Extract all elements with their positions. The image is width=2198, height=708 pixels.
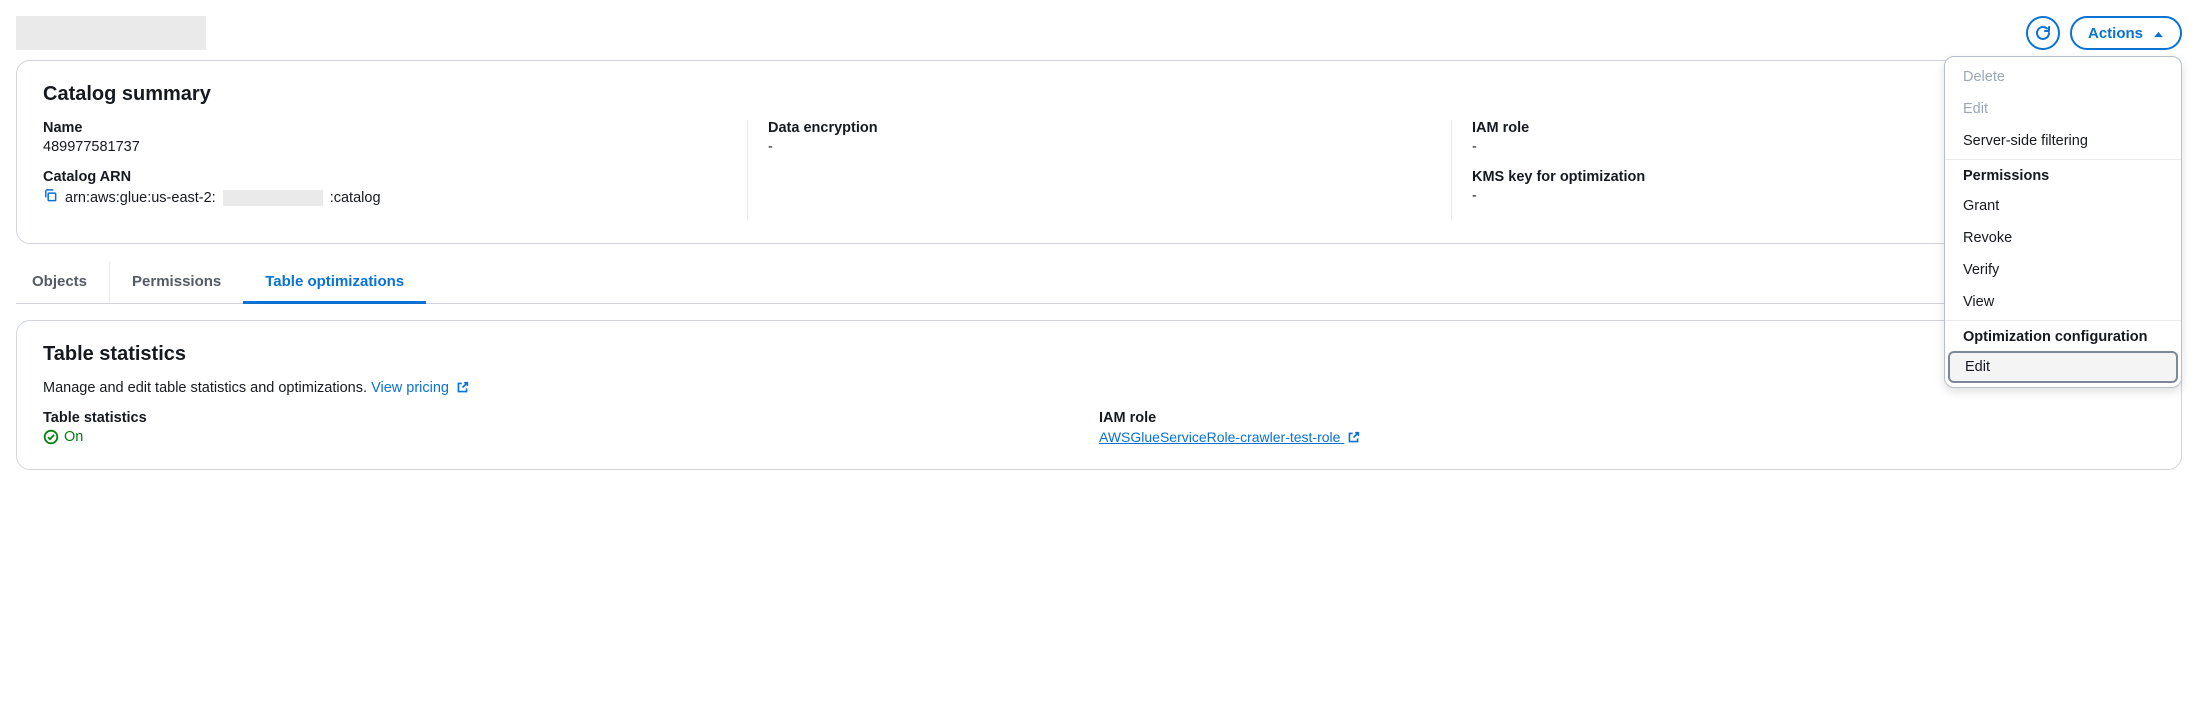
- catalog-summary-panel: Catalog summary Name 489977581737 Catalo…: [16, 60, 2182, 244]
- menu-verify[interactable]: Verify: [1945, 254, 2181, 286]
- actions-dropdown: Delete Edit Server-side filtering Permis…: [1944, 56, 2182, 388]
- caret-up-icon: [2153, 25, 2164, 42]
- table-statistics-panel: Edit Table statistics Manage and edit ta…: [16, 320, 2182, 470]
- copy-icon[interactable]: [43, 188, 58, 207]
- external-link-icon: [1347, 431, 1360, 447]
- menu-delete: Delete: [1945, 61, 2181, 93]
- refresh-button[interactable]: [2026, 16, 2060, 50]
- view-pricing-text: View pricing: [371, 380, 449, 396]
- menu-optimization-edit[interactable]: Edit: [1948, 351, 2178, 383]
- arn-prefix: arn:aws:glue:us-east-2:: [65, 190, 216, 206]
- view-pricing-link[interactable]: View pricing: [371, 380, 469, 396]
- actions-label: Actions: [2088, 25, 2143, 42]
- encryption-value: -: [768, 139, 1431, 155]
- table-statistics-desc: Manage and edit table statistics and opt…: [43, 380, 367, 396]
- menu-edit: Edit: [1945, 93, 2181, 125]
- arn-label: Catalog ARN: [43, 169, 727, 185]
- stat-status: On: [43, 429, 1099, 445]
- menu-revoke[interactable]: Revoke: [1945, 222, 2181, 254]
- menu-grant[interactable]: Grant: [1945, 190, 2181, 222]
- tab-objects[interactable]: Objects: [16, 262, 110, 303]
- stats-iam-link[interactable]: AWSGlueServiceRole-crawler-test-role: [1099, 429, 1360, 445]
- tab-table-optimizations[interactable]: Table optimizations: [243, 262, 426, 304]
- encryption-label: Data encryption: [768, 120, 1431, 136]
- name-label: Name: [43, 120, 727, 136]
- redacted-title: [16, 16, 206, 50]
- menu-view[interactable]: View: [1945, 286, 2181, 318]
- stat-label: Table statistics: [43, 410, 1099, 426]
- menu-header-optimization: Optimization configuration: [1945, 320, 2181, 351]
- table-statistics-title: Table statistics: [43, 343, 2155, 366]
- actions-button[interactable]: Actions: [2070, 16, 2182, 50]
- arn-value: arn:aws:glue:us-east-2: :catalog: [43, 188, 727, 207]
- arn-suffix: :catalog: [330, 190, 381, 206]
- stats-iam-label: IAM role: [1099, 410, 2155, 426]
- check-circle-icon: [43, 429, 59, 445]
- refresh-icon: [2035, 25, 2051, 41]
- stats-iam-link-text: AWSGlueServiceRole-crawler-test-role: [1099, 429, 1340, 445]
- menu-header-permissions: Permissions: [1945, 159, 2181, 190]
- stat-status-text: On: [64, 429, 83, 445]
- tab-permissions[interactable]: Permissions: [110, 262, 243, 303]
- external-link-icon: [456, 381, 469, 398]
- arn-redacted: [223, 190, 323, 206]
- catalog-summary-title: Catalog summary: [43, 83, 2155, 106]
- tabs: Objects Permissions Table optimizations: [16, 262, 2182, 304]
- name-value: 489977581737: [43, 139, 727, 155]
- menu-server-side-filtering[interactable]: Server-side filtering: [1945, 125, 2181, 157]
